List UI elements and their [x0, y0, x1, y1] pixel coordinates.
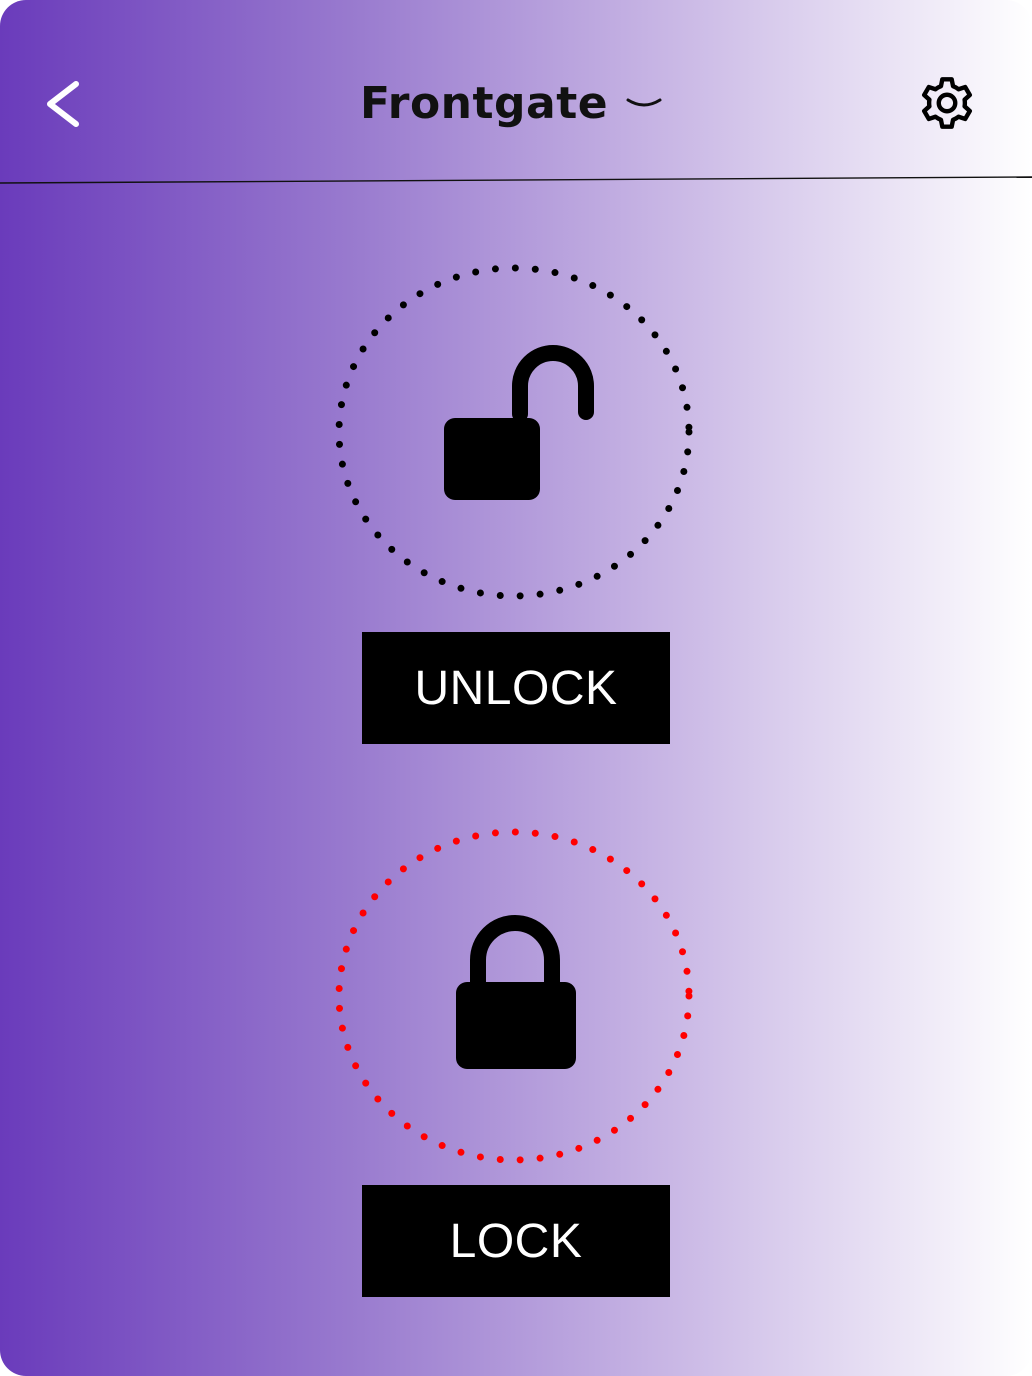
header-divider [0, 176, 1032, 184]
lock-ring[interactable] [334, 828, 694, 1168]
chevron-left-icon [47, 81, 79, 127]
app-screen: Frontgate UNLOCK LOCK [0, 0, 1032, 1376]
unlock-button[interactable]: UNLOCK [362, 632, 670, 744]
unlock-ring[interactable] [334, 264, 694, 604]
chevron-down-icon [626, 98, 662, 107]
gear-icon [921, 77, 973, 129]
device-title: Frontgate [360, 78, 609, 129]
lock-button[interactable]: LOCK [362, 1185, 670, 1297]
back-button[interactable] [36, 70, 96, 138]
header-bar: Frontgate [0, 0, 1032, 184]
locked-padlock-icon [456, 915, 576, 1069]
unlocked-padlock-icon [444, 345, 594, 500]
device-selector[interactable]: Frontgate [320, 70, 700, 140]
settings-button[interactable] [914, 70, 980, 136]
